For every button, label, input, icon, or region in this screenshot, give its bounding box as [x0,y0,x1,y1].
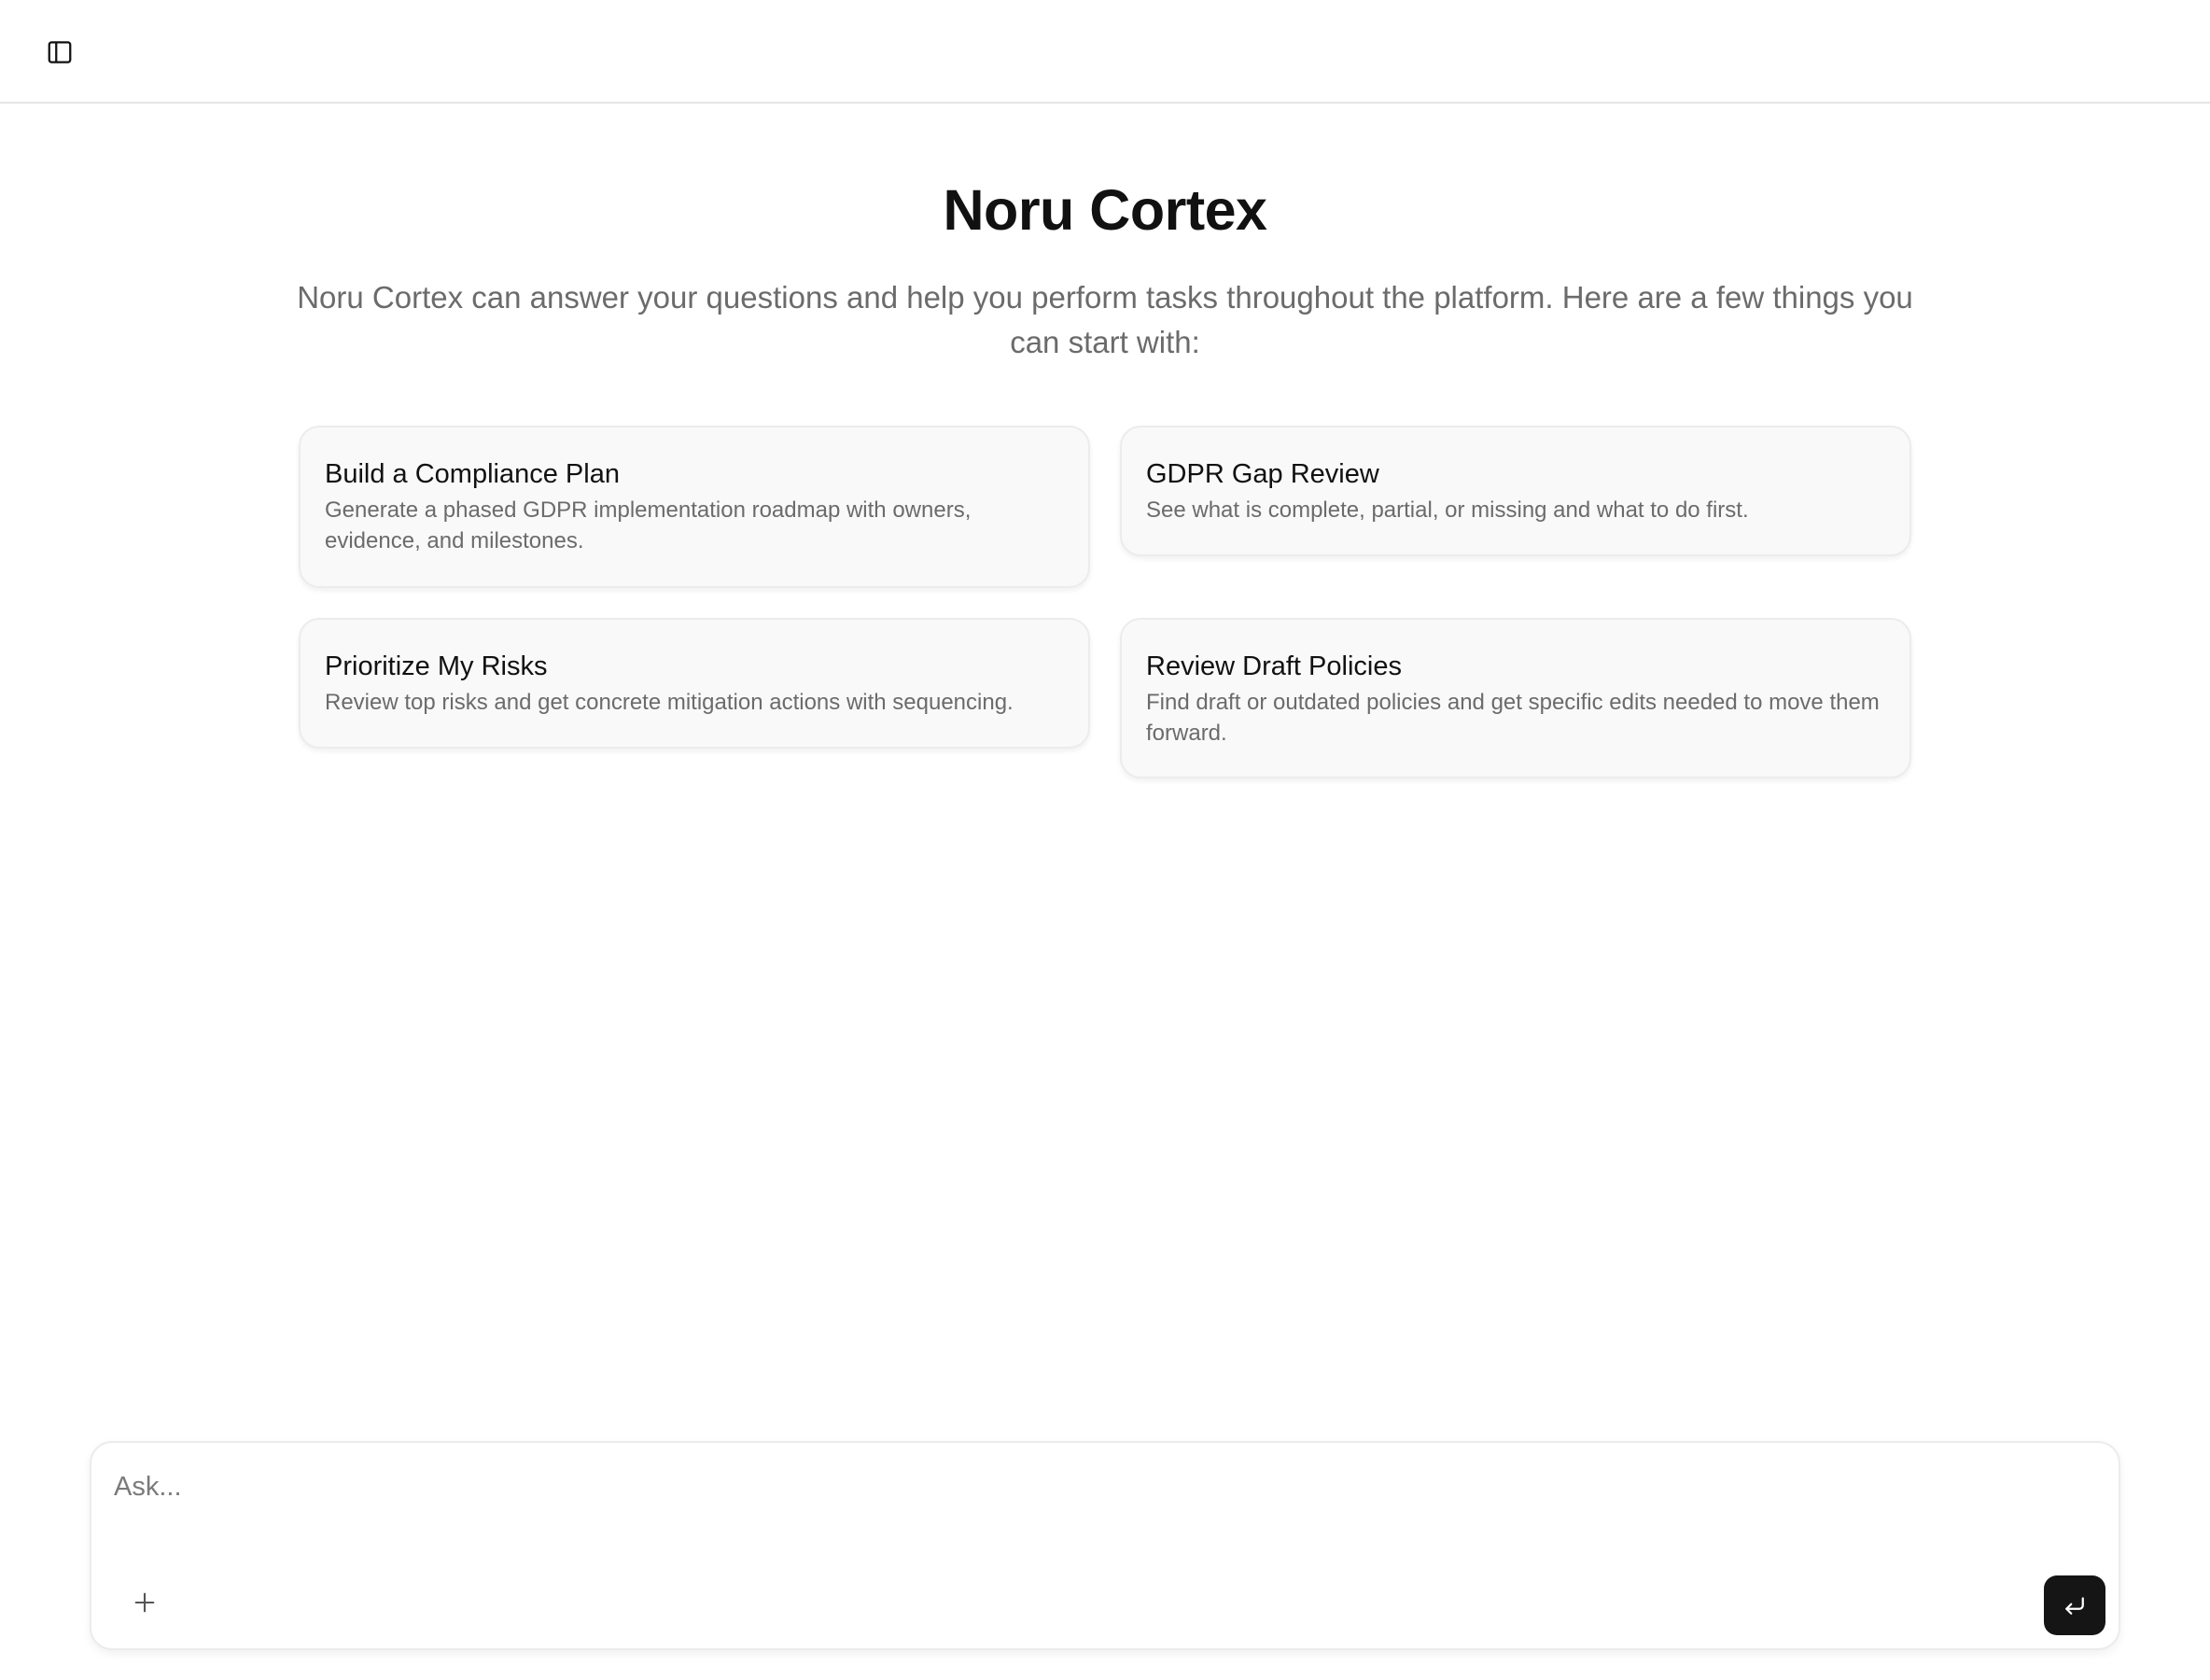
attach-button[interactable] [123,1581,166,1624]
suggestion-card-title: GDPR Gap Review [1146,459,1379,489]
suggestion-card-review-draft-policies[interactable]: Review Draft Policies Find draft or outd… [1120,618,1911,778]
ask-input[interactable] [114,1463,2074,1510]
top-bar [0,0,2210,104]
page-title: Noru Cortex [943,178,1267,242]
enter-return-icon [2065,1597,2084,1615]
suggestion-card-title: Prioritize My Risks [325,651,548,681]
sidebar-panel-icon [48,41,72,63]
sidebar-toggle-button[interactable] [38,34,81,71]
suggestion-card-title: Build a Compliance Plan [325,459,620,489]
suggestion-card-build-compliance-plan[interactable]: Build a Compliance Plan Generate a phase… [299,426,1090,588]
suggestion-card-prioritize-risks[interactable]: Prioritize My Risks Review top risks and… [299,618,1090,749]
plus-icon [134,1592,155,1613]
suggestion-card-title: Review Draft Policies [1146,651,1402,681]
suggestion-card-description: Generate a phased GDPR implementation ro… [325,497,972,553]
suggestion-card-description: Review top risks and get concrete mitiga… [325,690,1014,715]
suggestion-card-description: Find draft or outdated policies and get … [1146,690,1880,746]
suggestion-card-description: See what is complete, partial, or missin… [1146,497,1749,523]
send-button[interactable] [2044,1575,2105,1635]
chat-composer [90,1441,2120,1650]
suggestion-card-gdpr-gap-review[interactable]: GDPR Gap Review See what is complete, pa… [1120,426,1911,556]
page-subtitle: Noru Cortex can answer your questions an… [297,280,1913,359]
